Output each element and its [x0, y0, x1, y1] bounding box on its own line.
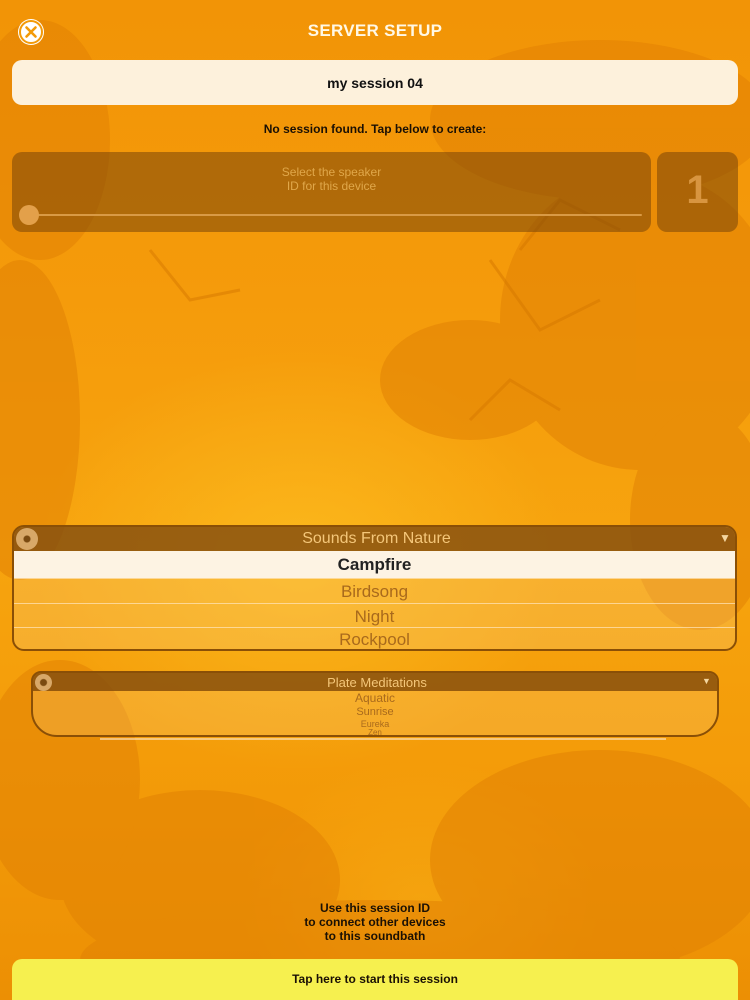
speaker-id-value: 1	[686, 168, 709, 212]
sound-option[interactable]: Rockpool	[14, 630, 735, 649]
session-name-input[interactable]	[12, 60, 738, 105]
start-session-label: Tap here to start this session	[292, 972, 458, 986]
chevron-down-icon[interactable]: ▼	[702, 676, 711, 686]
sounds-from-nature-picker[interactable]: Sounds From Nature ▼ Campfire Birdsong N…	[12, 525, 737, 651]
sound-option[interactable]: Birdsong	[14, 582, 735, 602]
plate-option[interactable]: Aquatic	[33, 691, 717, 705]
speaker-id-slider-track[interactable]	[29, 214, 642, 216]
plate-meditations-picker[interactable]: Plate Meditations ▼ Aquatic Sunrise Eure…	[31, 671, 719, 737]
session-status-text: No session found. Tap below to create:	[263, 122, 487, 136]
divider	[14, 603, 735, 604]
sound-option[interactable]: Night	[14, 607, 735, 627]
forest-background	[0, 20, 750, 1000]
chevron-down-icon[interactable]: ▼	[719, 531, 731, 545]
plate-option[interactable]: Zen	[33, 728, 717, 735]
page-title: SERVER SETUP	[307, 21, 443, 40]
divider	[14, 578, 735, 579]
sounds-picker-header[interactable]: Sounds From Nature	[14, 527, 735, 551]
plate-option[interactable]: Sunrise	[33, 706, 717, 718]
speaker-id-panel: Select the speaker ID for this device	[12, 152, 651, 232]
session-id-help-text: Use this session ID to connect other dev…	[304, 901, 446, 943]
sounds-picker-title: Sounds From Nature	[302, 530, 451, 547]
divider	[100, 738, 666, 740]
sound-option-selected[interactable]: Campfire	[14, 551, 735, 578]
plate-picker-title: Plate Meditations	[327, 675, 427, 690]
speaker-id-display: 1	[657, 152, 738, 232]
speaker-id-caption: Select the speaker ID for this device	[281, 165, 382, 193]
disc-icon	[16, 528, 38, 550]
start-session-button[interactable]: Tap here to start this session	[12, 959, 738, 1000]
speaker-id-slider-thumb[interactable]	[19, 205, 39, 225]
disc-icon	[35, 674, 52, 691]
plate-picker-header[interactable]: Plate Meditations	[33, 673, 717, 691]
divider	[14, 627, 735, 628]
